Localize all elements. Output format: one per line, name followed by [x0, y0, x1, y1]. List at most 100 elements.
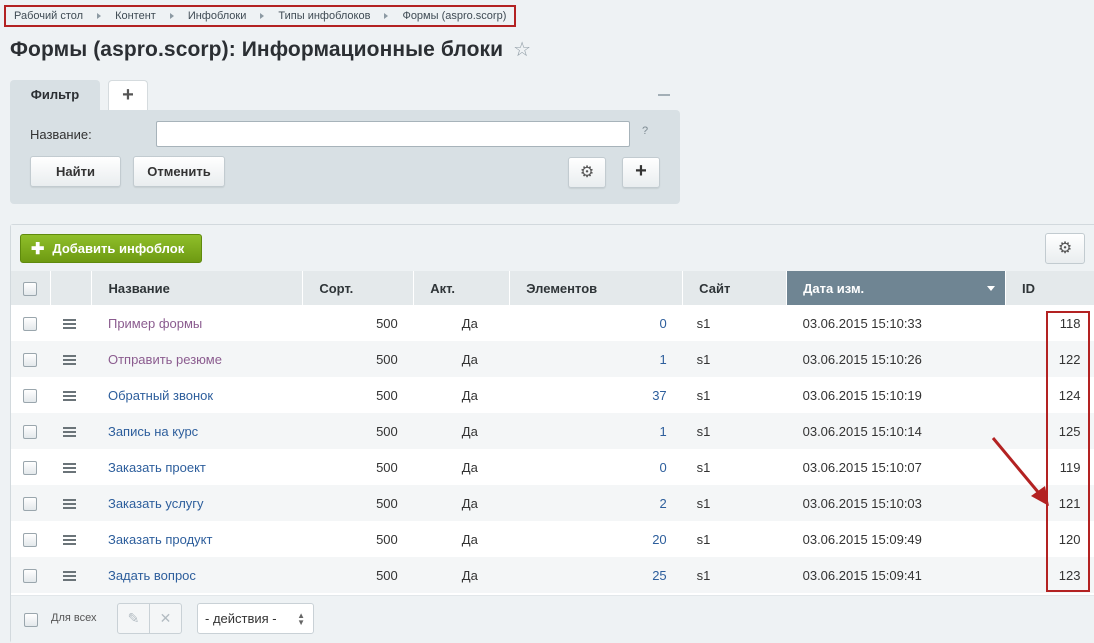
name-filter-input[interactable]	[156, 121, 630, 147]
column-header-name[interactable]: Название	[91, 271, 304, 305]
table-row[interactable]: Заказать услугу 500 Да 2 s1 03.06.2015 1…	[11, 485, 1094, 521]
breadcrumb-item-content[interactable]: Контент	[115, 10, 156, 22]
row-menu-icon[interactable]	[62, 569, 76, 583]
site-cell: s1	[696, 387, 711, 403]
row-checkbox[interactable]	[23, 460, 37, 475]
name-filter-label: Название:	[30, 127, 92, 142]
filter-settings-button[interactable]: ⚙	[568, 157, 606, 188]
select-all-checkbox[interactable]	[23, 281, 37, 296]
breadcrumb-item-iblocks[interactable]: Инфоблоки	[188, 10, 247, 22]
find-button[interactable]: Найти	[30, 156, 121, 187]
edit-button[interactable]: ✎	[117, 603, 150, 634]
sort-cell: 500	[302, 341, 414, 377]
column-header-sort[interactable]: Сорт.	[302, 271, 415, 305]
iblock-name-link[interactable]: Заказать продукт	[108, 532, 212, 547]
name-cell: Пример формы	[92, 305, 303, 341]
gear-icon: ⚙	[579, 164, 595, 181]
id-cell: 122	[1005, 341, 1094, 377]
actions-select[interactable]: - действия - ▲ ▼	[197, 603, 314, 634]
iblock-name-link[interactable]: Заказать проект	[108, 460, 206, 475]
cancel-button[interactable]: Отменить	[133, 156, 225, 187]
row-menu-icon[interactable]	[62, 461, 76, 475]
add-iblock-button[interactable]: ✚ Добавить инфоблок	[20, 234, 202, 263]
table-row[interactable]: Пример формы 500 Да 0 s1 03.06.2015 15:1…	[11, 305, 1094, 341]
id-cell: 124	[1058, 387, 1081, 403]
row-menu-cell	[51, 449, 92, 485]
iblock-name-link[interactable]: Отправить резюме	[108, 352, 222, 367]
row-menu-icon[interactable]	[62, 533, 76, 547]
breadcrumb-separator-icon	[384, 13, 389, 19]
column-header-date[interactable]: Дата изм.	[786, 271, 1006, 305]
column-header-site[interactable]: Сайт	[682, 271, 788, 305]
iblock-table: Название Сорт. Акт. Элементов Сайт Дата …	[11, 271, 1094, 593]
collapse-icon[interactable]	[658, 94, 670, 96]
iblock-name-link[interactable]: Заказать услугу	[108, 496, 204, 511]
iblock-name-link[interactable]: Обратный звонок	[108, 388, 213, 403]
title-row: Формы (aspro.scorp): Информационные блок…	[10, 38, 531, 62]
date-cell: 03.06.2015 15:10:26	[786, 341, 1006, 377]
elements-count-link[interactable]: 2	[659, 496, 666, 511]
tab-filter[interactable]: Фильтр	[10, 80, 100, 110]
for-all-checkbox[interactable]	[24, 613, 38, 627]
elements-count-link[interactable]: 20	[652, 532, 666, 547]
name-cell: Обратный звонок	[92, 377, 303, 413]
sort-cell: 500	[302, 485, 414, 521]
row-checkbox-cell	[11, 449, 51, 485]
elements-count-link[interactable]: 1	[659, 352, 666, 367]
table-row[interactable]: Отправить резюме 500 Да 1 s1 03.06.2015 …	[11, 341, 1094, 377]
table-row[interactable]: Заказать проект 500 Да 0 s1 03.06.2015 1…	[11, 449, 1094, 485]
elements-count-link[interactable]: 37	[652, 388, 666, 403]
row-checkbox[interactable]	[23, 316, 37, 331]
table-row[interactable]: Заказать продукт 500 Да 20 s1 03.06.2015…	[11, 521, 1094, 557]
add-filter-tab-button[interactable]: +	[108, 80, 148, 110]
name-cell: Отправить резюме	[91, 341, 303, 377]
name-cell: Заказать проект	[92, 449, 303, 485]
active-cell: Да	[461, 315, 478, 331]
row-menu-icon[interactable]	[62, 425, 76, 439]
row-checkbox[interactable]	[23, 352, 37, 367]
table-row[interactable]: Обратный звонок 500 Да 37 s1 03.06.2015 …	[11, 377, 1094, 413]
date-cell: 03.06.2015 15:10:07	[802, 459, 922, 475]
elements-count-link[interactable]: 25	[652, 568, 666, 583]
row-checkbox[interactable]	[23, 568, 37, 583]
elements-cell: 1	[509, 341, 683, 377]
filter-add-field-button[interactable]: +	[622, 157, 660, 188]
iblock-name-link[interactable]: Запись на курс	[108, 424, 198, 439]
site-cell: s1	[682, 413, 787, 449]
iblock-name-link[interactable]: Пример формы	[108, 316, 202, 331]
table-header-row: Название Сорт. Акт. Элементов Сайт Дата …	[11, 271, 1094, 305]
column-header-elements[interactable]: Элементов	[509, 271, 684, 305]
row-checkbox[interactable]	[23, 532, 37, 547]
gear-icon: ⚙	[1057, 240, 1073, 257]
row-menu-icon[interactable]	[62, 317, 76, 331]
row-menu-icon[interactable]	[62, 497, 76, 511]
row-menu-icon[interactable]	[62, 353, 76, 367]
select-all-header[interactable]	[11, 271, 52, 305]
date-cell: 03.06.2015 15:09:41	[786, 557, 1006, 593]
row-checkbox[interactable]	[23, 496, 37, 511]
elements-cell: 20	[510, 521, 683, 557]
column-header-active[interactable]: Акт.	[413, 271, 511, 305]
row-menu-icon[interactable]	[62, 389, 76, 403]
iblock-name-link[interactable]: Задать вопрос	[108, 568, 196, 583]
delete-button[interactable]: ✕	[149, 603, 182, 634]
help-icon[interactable]: ?	[642, 125, 648, 137]
row-checkbox[interactable]	[23, 424, 37, 439]
breadcrumb-item-desktop[interactable]: Рабочий стол	[14, 10, 83, 22]
column-header-id[interactable]: ID	[1005, 271, 1094, 305]
breadcrumb-item-forms[interactable]: Формы (aspro.scorp)	[402, 10, 506, 22]
star-icon[interactable]: ☆	[513, 40, 531, 60]
row-checkbox-cell	[11, 377, 51, 413]
site-cell: s1	[696, 531, 711, 547]
elements-count-link[interactable]: 0	[659, 316, 666, 331]
elements-count-link[interactable]: 1	[659, 424, 666, 439]
row-checkbox[interactable]	[23, 388, 37, 403]
row-checkbox-cell	[11, 305, 51, 341]
table-row[interactable]: Задать вопрос 500 Да 25 s1 03.06.2015 15…	[11, 557, 1094, 593]
list-settings-button[interactable]: ⚙	[1045, 233, 1085, 264]
elements-count-link[interactable]: 0	[659, 460, 666, 475]
add-iblock-label: Добавить инфоблок	[52, 241, 185, 256]
breadcrumb-separator-icon	[260, 13, 265, 19]
breadcrumb-item-iblock-types[interactable]: Типы инфоблоков	[278, 10, 370, 22]
table-row[interactable]: Запись на курс 500 Да 1 s1 03.06.2015 15…	[11, 413, 1094, 449]
